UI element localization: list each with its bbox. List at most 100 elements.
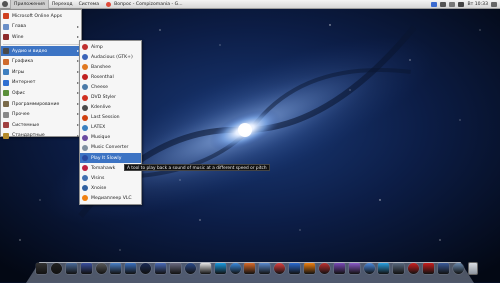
text-editor-icon[interactable] [125,262,137,274]
camera-icon[interactable] [170,262,182,274]
submenu-item[interactable]: Kdenlive [80,103,141,113]
opera-icon[interactable] [408,262,420,274]
submenu-item-label: DVD Styler [91,95,117,101]
submenu-item[interactable]: Медиаплеер VLC [80,193,141,203]
banshee-icon [82,64,88,71]
submenu-item-label: Last Session [91,115,120,121]
menu-item[interactable]: Стандартные ▸ [1,131,81,142]
places-menu[interactable]: Переход [49,0,76,9]
submenu-item[interactable]: Music Converter [80,143,141,153]
network-icon[interactable] [431,2,438,7]
system-monitor-icon[interactable] [50,262,62,274]
menu-item[interactable]: Офис ▸ [1,88,81,99]
apple-icon[interactable] [2,1,8,7]
desktop-icon[interactable] [438,262,450,274]
submenu-item[interactable]: DVD Styler [80,92,141,102]
system-icon [3,122,9,129]
menu-item-label: Прочее [12,112,30,118]
photos-icon[interactable] [244,262,256,274]
menu-item[interactable]: Программирование ▸ [1,99,81,110]
trash-icon[interactable] [468,262,478,275]
submenu-item[interactable]: Banshee [80,62,141,72]
system-menu[interactable]: Система [76,0,103,9]
power-icon[interactable] [491,2,497,7]
cheese-icon [82,84,88,91]
volume-icon[interactable] [458,2,465,7]
window-title[interactable]: Вопрос - Compizomania - G... [111,0,186,9]
submenu-item[interactable]: Play It Slowly [80,153,141,164]
pidgin-icon[interactable] [348,262,360,274]
skype-icon[interactable] [214,262,226,274]
submenu-item-label: Vlsins [91,175,105,181]
menu-item[interactable]: Игры ▸ [1,67,81,78]
screen-icon[interactable] [452,262,464,274]
submenu-item[interactable]: Musique [80,133,141,143]
menu-item[interactable]: Графика ▸ [1,56,81,67]
submenu-item[interactable]: Xnoise [80,183,141,193]
menu-separator [3,43,79,45]
mail-icon[interactable] [449,2,456,7]
menu-item[interactable]: Интернет ▸ [1,78,81,89]
menu-item[interactable]: Глава ▸ [1,22,81,33]
menu-item[interactable]: Системные ▸ [1,120,81,131]
submenu-item-label: Audacious (GTK+) [91,54,133,60]
submenu-item[interactable]: Aimp [80,42,141,52]
top-panel: Приложения Переход Система Вопрос - Comp… [0,0,500,9]
globe-icon[interactable] [155,262,167,274]
menu-item[interactable]: Прочее ▸ [1,109,81,120]
rosenthal-icon [82,74,88,81]
submenu-item-label: Play It Slowly [91,155,122,161]
viber-icon[interactable] [333,262,345,274]
panel-tray: Вт 10:33 [431,0,497,9]
applications-menu[interactable]: Приложения [10,0,49,9]
menu-item[interactable]: Microsoft Online Apps [1,11,81,22]
image-viewer-icon[interactable] [184,262,196,274]
submenu-item-label: Music Converter [91,145,129,151]
submenu-item[interactable]: LATEX [80,123,141,133]
network-icon[interactable] [393,262,405,274]
vlsins-icon [82,175,88,182]
menu-item-label: Офис [12,90,26,96]
submenu-item[interactable]: Audacious (GTK+) [80,52,141,62]
menu-item-label: Графика [12,59,34,65]
menu-item[interactable]: Wine ▸ [1,32,81,43]
calendar-icon[interactable] [199,262,211,274]
submenu-item-label: Xnoise [91,185,107,191]
clock[interactable]: Вт 10:33 [467,2,488,7]
menu-item-label: Интернет [12,80,36,86]
dvd-styler-icon [82,94,88,101]
mail-icon[interactable] [259,262,271,274]
chrome-icon[interactable] [274,262,286,274]
submenu-item-label: Медиаплеер VLC [91,195,132,201]
menu-item[interactable]: Аудио и видео ▸ [1,45,81,57]
dvd-icon[interactable] [318,262,330,274]
submenu-item[interactable]: Last Session [80,113,141,123]
skype-alt-icon[interactable] [378,262,390,274]
app-store-icon[interactable] [289,262,301,274]
dock [36,260,464,276]
chromium-icon[interactable] [363,262,375,274]
submenu-item-label: LATEX [91,125,106,131]
submenu-item[interactable]: Rosenthal [80,72,141,82]
keyboard-icon[interactable] [440,2,447,7]
settings-icon[interactable] [80,262,92,274]
music-converter-icon [82,144,88,151]
photoshop-icon[interactable] [140,262,152,274]
musique-icon [82,134,88,141]
preferences-icon[interactable] [65,262,77,274]
vlc-icon[interactable] [304,262,316,274]
search-icon[interactable] [95,262,107,274]
submenu-item-label: Tomahawk [91,165,116,171]
ci-icon[interactable] [423,262,435,274]
play-it-slowly-icon [82,155,88,162]
submenu-item[interactable]: Cheese [80,82,141,92]
finder-icon[interactable] [110,262,122,274]
qbittorrent-icon[interactable] [229,262,241,274]
submenu-item-label: Cheese [91,84,108,90]
submenu-item[interactable]: Vlsins [80,173,141,183]
aimp-icon [82,44,88,51]
submenu-item-label: Kdenlive [91,105,111,111]
multimedia-submenu: Aimp Audacious (GTK+) Banshee Rosenthal Chee… [79,40,142,205]
submenu-item-label: Rosenthal [91,74,114,80]
terminal-icon[interactable] [36,262,47,274]
